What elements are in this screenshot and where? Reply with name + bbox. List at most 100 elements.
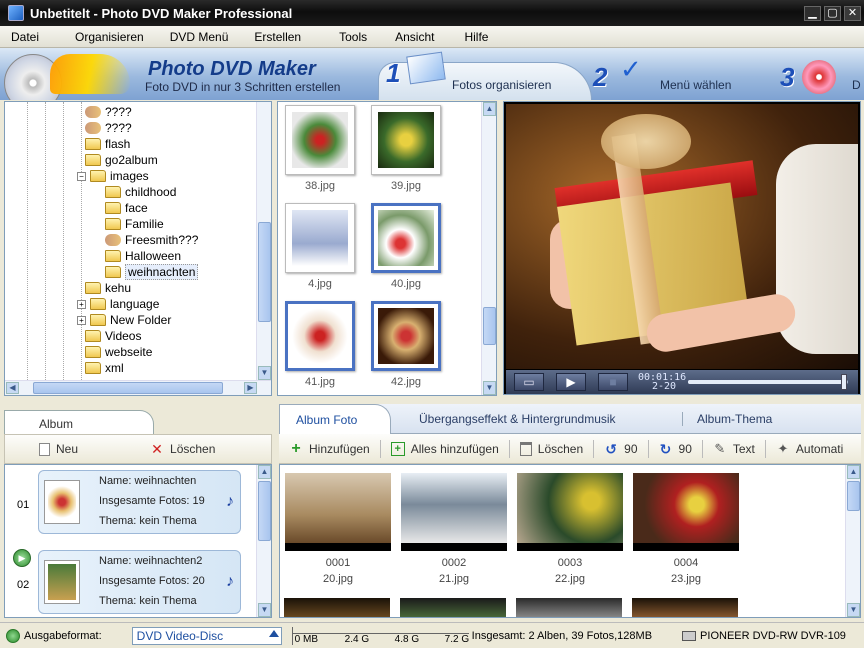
folder-icon: [90, 298, 106, 310]
menu-erstellen[interactable]: Erstellen: [246, 30, 319, 44]
photo-filename: 23.jpg: [671, 573, 701, 585]
delete-photo-button[interactable]: Löschen: [519, 441, 583, 456]
tree-item[interactable]: face: [105, 200, 148, 216]
tree-item[interactable]: xml: [85, 360, 124, 376]
thumbs-scroll-down[interactable]: ▼: [483, 381, 496, 395]
auto-button[interactable]: ✦ Automati: [776, 441, 843, 456]
tree-expander-icon[interactable]: −: [77, 171, 86, 181]
add-button[interactable]: + Hinzufügen: [289, 440, 369, 456]
photo-thumbnail[interactable]: [371, 301, 441, 371]
stop-button[interactable]: ■: [598, 373, 628, 391]
tree-item-label: Familie: [125, 217, 164, 231]
checkmark-icon: ✓: [620, 54, 642, 84]
rotate-left-button[interactable]: ↺ 90: [604, 442, 637, 456]
tree-item[interactable]: weihnachten: [105, 264, 199, 280]
thumbs-scroll-up[interactable]: ▲: [483, 102, 496, 116]
tree-item[interactable]: ????: [85, 104, 132, 120]
tree-expander-icon[interactable]: +: [77, 299, 86, 309]
text-button[interactable]: ✎ Text: [713, 441, 754, 456]
rotate-right-button[interactable]: ↻ 90: [659, 442, 692, 456]
add-all-button[interactable]: + Alles hinzufügen: [390, 441, 499, 456]
tree-scroll-right[interactable]: ▶: [244, 382, 257, 394]
album-scroll-thumb[interactable]: [258, 481, 271, 541]
dropdown-arrow-icon[interactable]: [268, 629, 279, 637]
title-bar[interactable]: Unbetitelt - Photo DVD Maker Professiona…: [0, 0, 864, 26]
album-card[interactable]: Name: weihnachten2 Insgesamte Fotos: 20 Th…: [38, 550, 241, 614]
tab-album[interactable]: Album: [4, 410, 154, 436]
photo-thumbnail[interactable]: [285, 301, 355, 371]
tab-transition-music[interactable]: Übergangseffekt & Hintergrundmusik: [419, 404, 616, 434]
tree-hscroll-thumb[interactable]: [33, 382, 223, 394]
album-scroll-down[interactable]: ▼: [258, 603, 271, 617]
seek-handle[interactable]: [840, 374, 847, 390]
album-list[interactable]: 01 Name: weihnachten Insgesamte Fotos: 19 T…: [4, 464, 272, 618]
tree-item[interactable]: flash: [85, 136, 130, 152]
photo-thumbnail[interactable]: [285, 203, 355, 273]
tree-horizontal-scrollbar[interactable]: ◀ ▶: [5, 380, 271, 395]
frame-button[interactable]: ▭: [514, 373, 544, 391]
tree-scroll-thumb[interactable]: [258, 222, 271, 322]
thumbnail-browser[interactable]: 38.jpg 39.jpg 4.jpg 40.jpg 41.jpg 42.jpg ▲ ▼: [277, 101, 497, 396]
step-2-label[interactable]: Menü wählen: [660, 78, 731, 92]
delete-album-button[interactable]: ✕ Löschen: [150, 442, 215, 456]
tree-vertical-scrollbar[interactable]: ▼: [256, 102, 271, 380]
step-3-label[interactable]: D: [852, 78, 861, 92]
menu-ansicht[interactable]: Ansicht: [385, 30, 452, 44]
album-photo[interactable]: [401, 473, 507, 551]
grid-scroll-up[interactable]: ▲: [847, 465, 860, 479]
thumbs-vertical-scrollbar[interactable]: ▲ ▼: [481, 102, 496, 395]
add-all-label: Alles hinzufügen: [410, 441, 499, 456]
tree-expander-icon[interactable]: +: [77, 315, 86, 325]
album-name: Name: weihnachten2: [99, 555, 203, 567]
menu-tools[interactable]: Tools: [319, 30, 385, 44]
grid-vertical-scrollbar[interactable]: ▲ ▼: [845, 465, 860, 617]
photo-thumbnail[interactable]: [371, 203, 441, 273]
tree-item[interactable]: ????: [85, 120, 132, 136]
play-button[interactable]: ▶: [556, 373, 586, 391]
photo-thumbnail[interactable]: [285, 105, 355, 175]
tree-item[interactable]: kehu: [85, 280, 131, 296]
album-photo[interactable]: [517, 473, 623, 551]
step-1-label[interactable]: Fotos organisieren: [452, 78, 551, 92]
photo-thumbnail[interactable]: [371, 105, 441, 175]
thumbs-scroll-thumb[interactable]: [483, 307, 496, 345]
album-scroll-up[interactable]: ▲: [258, 465, 271, 479]
close-button[interactable]: ✕: [844, 5, 861, 21]
tree-item[interactable]: Videos: [85, 328, 141, 344]
folder-tree[interactable]: ???????? flash go2album − images childhood fac…: [4, 101, 272, 396]
tree-item[interactable]: Freesmith???: [105, 232, 198, 248]
tree-item[interactable]: − images: [77, 168, 149, 184]
tree-item[interactable]: webseite: [85, 344, 152, 360]
broken-folder-icon: [85, 106, 101, 118]
tree-scroll-down[interactable]: ▼: [258, 366, 271, 380]
menu-organisieren[interactable]: Organisieren: [57, 30, 162, 44]
minimize-button[interactable]: ▁: [804, 5, 821, 21]
tree-item[interactable]: childhood: [105, 184, 176, 200]
grid-scroll-down[interactable]: ▼: [847, 603, 860, 617]
album-photo[interactable]: [633, 473, 739, 551]
seek-bar[interactable]: [688, 374, 848, 390]
photo-grid[interactable]: 0001 20.jpg 0002 21.jpg 0003 22.jpg 0004 23.jpg…: [279, 464, 861, 618]
tree-scroll-left[interactable]: ◀: [6, 382, 19, 394]
output-format-select[interactable]: DVD Video-Disc: [131, 626, 282, 645]
album-card[interactable]: Name: weihnachten Insgesamte Fotos: 19 The…: [38, 470, 241, 534]
menu-datei[interactable]: Datei: [0, 30, 57, 44]
photos-icon: [406, 51, 446, 85]
grid-scroll-thumb[interactable]: [847, 481, 860, 511]
maximize-button[interactable]: ▢: [824, 5, 841, 21]
tree-item[interactable]: Familie: [105, 216, 164, 232]
tab-album-theme[interactable]: Album-Thema: [697, 404, 772, 434]
tab-album-foto[interactable]: Album Foto: [279, 404, 391, 434]
album-entry[interactable]: 01 Name: weihnachten Insgesamte Fotos: 19 T…: [5, 465, 257, 543]
menu-hilfe[interactable]: Hilfe: [452, 30, 506, 44]
album-vertical-scrollbar[interactable]: ▲ ▼: [256, 465, 271, 617]
tree-item[interactable]: Halloween: [105, 248, 181, 264]
new-album-button[interactable]: Neu: [39, 442, 78, 456]
tree-item[interactable]: + language: [77, 296, 159, 312]
album-entry[interactable]: 02 Name: weihnachten2 Insgesamte Fotos: 20…: [5, 545, 257, 617]
menu-dvd-menu[interactable]: DVD Menü: [162, 30, 247, 44]
album-photo[interactable]: [285, 473, 391, 551]
tree-item[interactable]: + New Folder: [77, 312, 171, 328]
tree-item[interactable]: go2album: [85, 152, 158, 168]
capacity-scale: [292, 628, 469, 634]
